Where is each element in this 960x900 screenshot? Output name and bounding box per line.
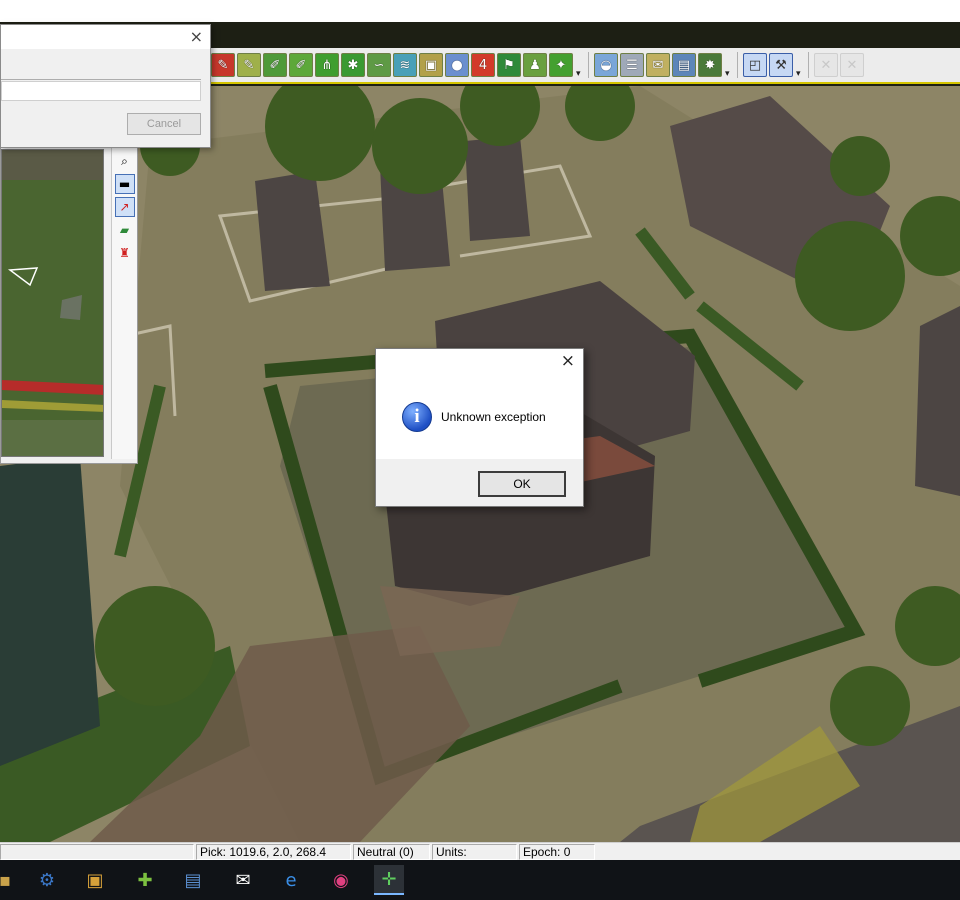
minimap-graphic — [2, 150, 103, 456]
minimap-toolbar: ⌕ ▬ ↗ ▰ ♜ — [111, 147, 137, 459]
message-box-footer: OK — [376, 459, 583, 506]
minimap-panel: ⌕ ▬ ↗ ▰ ♜ — [0, 140, 138, 464]
tools-icon[interactable]: ⚒ — [769, 53, 793, 77]
paint-brush-icon[interactable]: ✐ — [263, 53, 287, 77]
dropdown-arrow-icon[interactable]: ▾ — [795, 53, 803, 78]
minimap[interactable] — [1, 149, 104, 457]
soldiers-icon[interactable]: ♟ — [523, 53, 547, 77]
dropdown-arrow-icon[interactable]: ▾ — [724, 53, 732, 78]
paint3d-icon[interactable]: ◉ — [326, 865, 356, 895]
building-far-right — [915, 306, 960, 496]
bug-icon[interactable]: ✸ — [698, 53, 722, 77]
editor-toolbar: ✎ ✎ ✐ ✐ ⋔ ✱ ∽ ≋ ▣ ● 4 ⚑ ♟ ✦ ▾ ◒ ☰ ✉ ▤ ✸ ▾ ◰ ⚒ ▾ ✕ ✕ — [205, 48, 960, 84]
title-strip — [0, 0, 960, 22]
status-cell-empty — [0, 844, 194, 860]
ok-button[interactable]: OK — [478, 471, 566, 497]
error-message-box: × i Unknown exception OK — [375, 348, 584, 507]
settings-app-icon[interactable]: ⚙ — [32, 865, 62, 895]
status-bar: Pick: 1019.6, 2.0, 268.4 Neutral (0) Uni… — [0, 842, 960, 860]
close-icon[interactable]: × — [190, 27, 203, 46]
checklist-icon[interactable]: ☰ — [620, 53, 644, 77]
edge-icon[interactable]: e — [276, 865, 306, 895]
sign-icon[interactable]: ▤ — [672, 53, 696, 77]
zoom-icon[interactable]: ⌕ — [115, 151, 135, 171]
objects-icon[interactable]: ● — [445, 53, 469, 77]
progress-bar — [1, 81, 201, 101]
script-icon[interactable]: ✉ — [646, 53, 670, 77]
brush-red-icon[interactable]: ✎ — [211, 53, 235, 77]
photo-app-icon[interactable]: ▣ — [80, 865, 110, 895]
app-icon[interactable]: ▪ — [0, 865, 20, 895]
game-editor-icon[interactable]: ✛ — [374, 865, 404, 895]
delete-all-icon[interactable]: ✕ — [840, 53, 864, 77]
grass-icon[interactable]: ⋔ — [315, 53, 339, 77]
road-icon[interactable]: ∽ — [367, 53, 391, 77]
vehicle-icon[interactable]: ▣ — [419, 53, 443, 77]
dropdown-arrow-icon[interactable]: ▾ — [575, 53, 583, 78]
brush-dot-icon[interactable]: ✦ — [549, 53, 573, 77]
progress-dialog: × Cancel — [0, 24, 211, 148]
plus-app-icon[interactable]: ✚ — [130, 865, 160, 895]
paint-green-icon[interactable]: ✐ — [289, 53, 313, 77]
progress-dialog-titlebar: × — [1, 25, 210, 49]
arrow-icon[interactable]: ↗ — [114, 197, 135, 217]
toolbar-separator — [808, 52, 809, 78]
taskbar: ▪ ⚙ ▣ ✚ ▤ ✉ e ◉ ✛ — [0, 860, 960, 900]
status-epoch: Epoch: 0 — [519, 844, 595, 860]
river-icon[interactable]: ≋ — [393, 53, 417, 77]
rubble-2 — [380, 586, 520, 656]
progress-divider — [1, 79, 201, 80]
toolbar-separator — [588, 52, 589, 78]
map-tool-icon[interactable]: ◰ — [743, 53, 767, 77]
tank-icon[interactable]: ▬ — [114, 174, 135, 194]
delete-icon[interactable]: ✕ — [814, 53, 838, 77]
error-message-text: Unknown exception — [441, 410, 546, 424]
book-app-icon[interactable]: ▤ — [178, 865, 208, 895]
layers-icon[interactable]: ▰ — [115, 220, 135, 240]
status-units: Units: — [432, 844, 517, 860]
info-icon: i — [402, 402, 432, 432]
cancel-button[interactable]: Cancel — [127, 113, 201, 135]
tree-plant-icon[interactable]: ✱ — [341, 53, 365, 77]
red-unit-icon[interactable]: ♜ — [115, 243, 135, 263]
close-icon[interactable]: × — [561, 351, 575, 371]
unit-4-icon[interactable]: 4 — [471, 53, 495, 77]
flag-icon[interactable]: ⚑ — [497, 53, 521, 77]
brush-yellow-icon[interactable]: ✎ — [237, 53, 261, 77]
building-3 — [465, 136, 530, 241]
status-player: Neutral (0) — [353, 844, 430, 860]
status-pick: Pick: 1019.6, 2.0, 268.4 — [196, 844, 351, 860]
toolbar-separator — [737, 52, 738, 78]
mail-icon[interactable]: ✉ — [228, 865, 258, 895]
landscape-icon[interactable]: ◒ — [594, 53, 618, 77]
